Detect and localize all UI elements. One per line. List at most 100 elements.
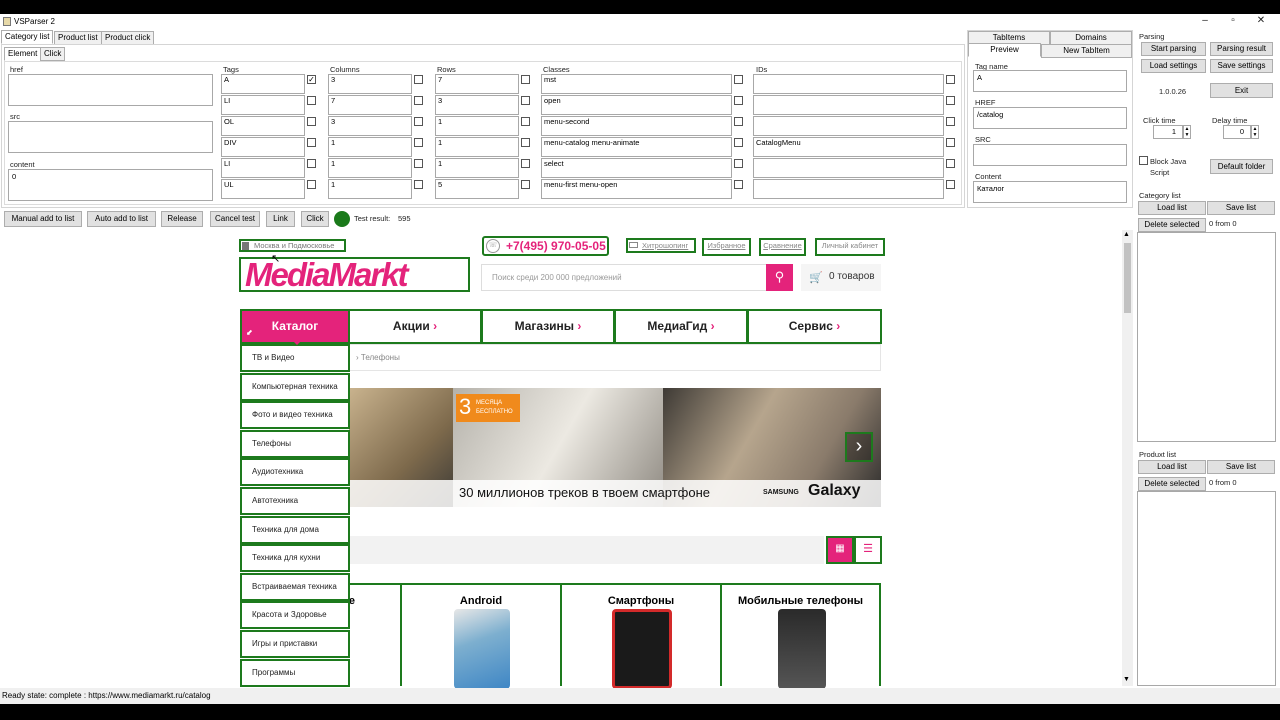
start-parsing-button[interactable]: Start parsing	[1141, 42, 1206, 56]
link-button[interactable]: Link	[266, 211, 295, 227]
catalog-item[interactable]: ТВ и Видео	[240, 344, 350, 372]
tab-category-list[interactable]: Category list	[1, 30, 54, 44]
subtab-element[interactable]: Element	[4, 47, 42, 61]
save-settings-button[interactable]: Save settings	[1210, 59, 1273, 73]
nav-servis[interactable]: Сервис ›	[747, 309, 882, 344]
column-field[interactable]: 1	[328, 137, 412, 157]
id-field[interactable]: CatalogMenu	[753, 137, 944, 157]
id-checkbox[interactable]	[946, 138, 955, 147]
tab-domains[interactable]: Domains	[1050, 31, 1132, 45]
tag-field[interactable]: OL	[221, 116, 305, 136]
row-checkbox[interactable]	[521, 159, 530, 168]
class-field[interactable]: open	[541, 95, 732, 115]
content-field[interactable]: 0	[8, 169, 213, 201]
column-field[interactable]: 7	[328, 95, 412, 115]
tag-checkbox[interactable]	[307, 180, 316, 189]
catalog-item[interactable]: Компьютерная техника	[240, 372, 350, 401]
category-save-list-button[interactable]: Save list	[1207, 201, 1275, 215]
phone-number[interactable]: +7(495) 970-05-05	[482, 236, 609, 256]
row-field[interactable]: 1	[435, 158, 519, 178]
catalog-item[interactable]: Встраиваемая техника	[240, 572, 350, 601]
id-field[interactable]	[753, 95, 944, 115]
catalog-item[interactable]: Игры и приставки	[240, 630, 350, 658]
id-field[interactable]	[753, 74, 944, 94]
catalog-item[interactable]: Фото и видео техника	[240, 401, 350, 430]
catalog-item[interactable]: Красота и Здоровье	[240, 601, 350, 630]
maximize-icon[interactable]: ▫	[1226, 15, 1240, 28]
nav-akcii[interactable]: Акции ›	[348, 309, 482, 344]
column-field[interactable]: 1	[328, 179, 412, 199]
product-tile-hidden[interactable]: е	[341, 583, 401, 686]
tag-field[interactable]: UL	[221, 179, 305, 199]
tag-checkbox[interactable]	[307, 138, 316, 147]
catalog-item[interactable]: Техника для кухни	[240, 544, 350, 573]
tab-product-list[interactable]: Product list	[54, 31, 102, 45]
search-icon[interactable]: ⚲	[766, 264, 793, 291]
class-checkbox[interactable]	[734, 96, 743, 105]
link-compare[interactable]: Сравнение	[759, 238, 806, 256]
id-field[interactable]	[753, 179, 944, 199]
row-field[interactable]: 5	[435, 179, 519, 199]
column-checkbox[interactable]	[414, 180, 423, 189]
delay-time-spinner[interactable]: ▲ ▼	[1251, 125, 1259, 139]
row-checkbox[interactable]	[521, 75, 530, 84]
product-save-list-button[interactable]: Save list	[1207, 460, 1275, 474]
id-field[interactable]	[753, 116, 944, 136]
row-checkbox[interactable]	[521, 96, 530, 105]
manual-add-button[interactable]: Manual add to list	[4, 211, 82, 227]
class-checkbox[interactable]	[734, 159, 743, 168]
column-field[interactable]: 1	[328, 158, 412, 178]
tag-field[interactable]: LI	[221, 95, 305, 115]
link-favorites[interactable]: Избранное	[702, 238, 751, 256]
nav-catalog[interactable]: Каталог	[240, 309, 350, 344]
nav-magaziny[interactable]: Магазины ›	[481, 309, 615, 344]
id-checkbox[interactable]	[946, 180, 955, 189]
href-preview-field[interactable]: /catalog	[973, 107, 1127, 129]
id-field[interactable]	[753, 158, 944, 178]
scrollbar-thumb[interactable]	[1124, 243, 1131, 313]
list-view-icon[interactable]: ☰	[854, 536, 882, 564]
src-field[interactable]	[8, 121, 213, 153]
class-field[interactable]: menu-first menu-open	[541, 179, 732, 199]
class-checkbox[interactable]	[734, 138, 743, 147]
product-tile-smartphones[interactable]: Смартфоны	[560, 583, 720, 689]
class-checkbox[interactable]	[734, 180, 743, 189]
delay-time-input[interactable]: 0	[1223, 125, 1251, 139]
cancel-test-button[interactable]: Cancel test	[210, 211, 260, 227]
column-checkbox[interactable]	[414, 117, 423, 126]
close-icon[interactable]: ✕	[1254, 15, 1268, 28]
content-preview-field[interactable]: Каталог	[973, 181, 1127, 203]
product-delete-selected-button[interactable]: Delete selected	[1138, 477, 1206, 491]
auto-add-button[interactable]: Auto add to list	[87, 211, 156, 227]
tag-field[interactable]: A	[221, 74, 305, 94]
minimize-icon[interactable]: –	[1198, 15, 1212, 28]
id-checkbox[interactable]	[946, 96, 955, 105]
banner-next-icon[interactable]: ›	[845, 432, 873, 462]
row-checkbox[interactable]	[521, 117, 530, 126]
link-account[interactable]: Личный кабинет	[815, 238, 885, 256]
click-button[interactable]: Click	[301, 211, 329, 227]
class-field[interactable]: menu-second	[541, 116, 732, 136]
class-field[interactable]: select	[541, 158, 732, 178]
category-load-list-button[interactable]: Load list	[1138, 201, 1206, 215]
release-button[interactable]: Release	[161, 211, 203, 227]
row-checkbox[interactable]	[521, 180, 530, 189]
row-field[interactable]: 1	[435, 116, 519, 136]
catalog-item[interactable]: Аудиотехника	[240, 458, 350, 487]
block-js-checkbox[interactable]	[1139, 156, 1148, 165]
click-time-spinner[interactable]: ▲ ▼	[1183, 125, 1191, 139]
column-checkbox[interactable]	[414, 96, 423, 105]
column-field[interactable]: 3	[328, 116, 412, 136]
class-checkbox[interactable]	[734, 75, 743, 84]
tag-checkbox[interactable]	[307, 117, 316, 126]
promo-banner[interactable]: 3 МЕСЯЦА БЕСПЛАТНО 30 миллионов треков в…	[349, 388, 881, 507]
catalog-item[interactable]: Техника для дома	[240, 515, 350, 544]
class-checkbox[interactable]	[734, 117, 743, 126]
class-field[interactable]: menu-catalog menu-animate	[541, 137, 732, 157]
class-field[interactable]: mst	[541, 74, 732, 94]
catalog-item[interactable]: Телефоны	[240, 429, 350, 458]
subtab-click[interactable]: Click	[40, 47, 66, 61]
parsing-result-button[interactable]: Parsing result	[1210, 42, 1273, 56]
row-checkbox[interactable]	[521, 138, 530, 147]
load-settings-button[interactable]: Load settings	[1141, 59, 1206, 73]
